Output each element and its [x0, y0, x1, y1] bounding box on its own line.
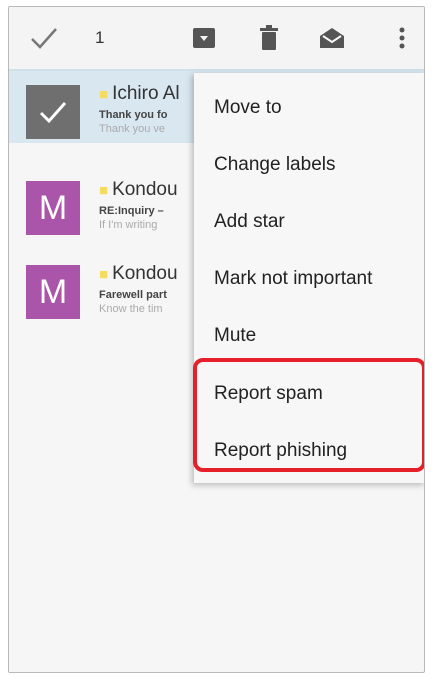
- selected-count: 1: [95, 28, 105, 47]
- menu-item-move-to[interactable]: Move to: [214, 97, 282, 119]
- highlight-callout: [193, 358, 424, 472]
- check-icon: [39, 102, 67, 124]
- check-icon[interactable]: [29, 25, 59, 51]
- delete-icon[interactable]: [254, 23, 284, 53]
- menu-item-add-star[interactable]: Add star: [214, 211, 285, 233]
- importance-marker-icon: ■: [99, 86, 109, 103]
- menu-item-mark-not-important[interactable]: Mark not important: [214, 268, 372, 290]
- message-snippet: Know the tim: [99, 303, 163, 315]
- more-vert-icon[interactable]: [387, 23, 417, 53]
- mark-unread-icon[interactable]: [317, 23, 347, 53]
- phone-screen: 1 ■ Ichiro Al Thank you fo Thank you ve …: [8, 6, 425, 673]
- message-sender: ■ Kondou: [99, 179, 178, 200]
- avatar[interactable]: M: [26, 265, 80, 319]
- message-subject: RE:Inquiry –: [99, 205, 164, 217]
- avatar[interactable]: M: [26, 181, 80, 235]
- archive-icon[interactable]: [189, 23, 219, 53]
- message-subject: Farewell part: [99, 289, 167, 301]
- action-toolbar: 1: [9, 7, 424, 71]
- message-snippet: Thank you ve: [99, 123, 166, 135]
- message-sender: ■ Kondou: [99, 263, 178, 284]
- message-subject: Thank you fo: [99, 109, 168, 121]
- selected-check-avatar[interactable]: [26, 85, 80, 139]
- message-snippet: If I'm writing: [99, 219, 158, 231]
- importance-marker-icon: ■: [99, 266, 109, 283]
- menu-item-mute[interactable]: Mute: [214, 325, 256, 347]
- importance-marker-icon: ■: [99, 182, 109, 199]
- message-sender: ■ Ichiro Al: [99, 83, 180, 104]
- menu-item-change-labels[interactable]: Change labels: [214, 154, 335, 176]
